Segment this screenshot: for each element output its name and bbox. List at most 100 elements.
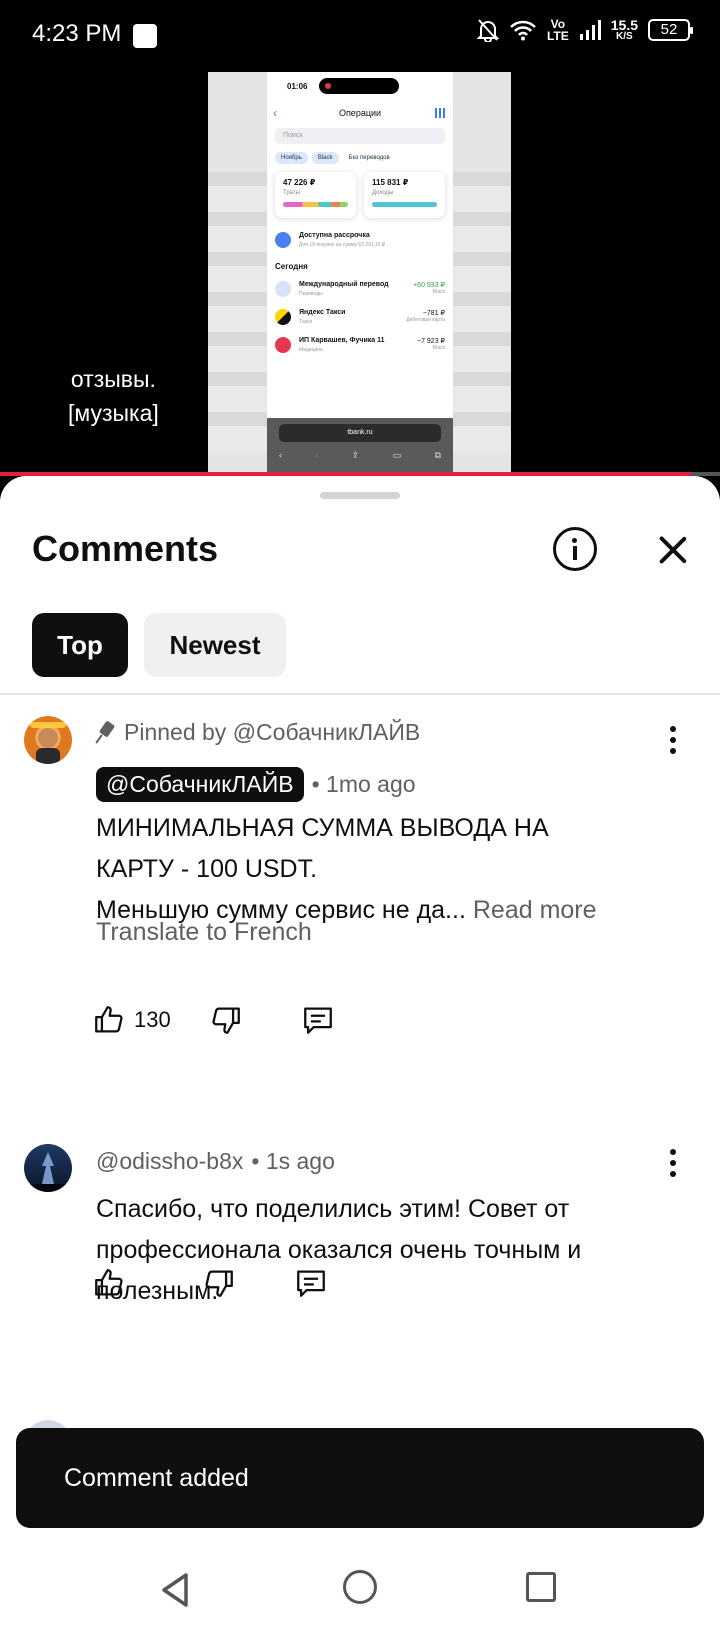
wifi-icon xyxy=(510,20,536,41)
phone-transaction-row: Международный перевод Переводы +60 933 ₽… xyxy=(267,275,453,303)
like-button[interactable] xyxy=(92,1266,126,1300)
reply-icon xyxy=(297,1270,325,1297)
phone-row-account: Black xyxy=(432,289,445,295)
pinned-by-text: Pinned by @СобачникЛАЙВ xyxy=(124,719,421,745)
screen: 4:23 PM Vo LTE 15.5 K/S 52 01:06 ‹ Опера… xyxy=(0,0,720,1640)
comment-text[interactable]: МИНИМАЛЬНАЯ СУММА ВЫВОДА НА КАРТУ - 100 … xyxy=(96,808,676,931)
thumb-up-icon xyxy=(95,1269,123,1296)
divider xyxy=(0,693,720,695)
comment-actions: 130 xyxy=(92,1003,335,1037)
phone-chart-icon xyxy=(435,108,445,118)
translate-link[interactable]: Translate to French xyxy=(96,918,312,947)
avatar[interactable] xyxy=(24,716,72,764)
comment-actions xyxy=(92,1266,328,1300)
phone-section-title: Сегодня xyxy=(275,262,308,271)
phone-dynamic-island xyxy=(319,78,399,94)
reply-button[interactable] xyxy=(294,1266,328,1300)
author-badge[interactable]: @СобачникЛАЙВ xyxy=(96,767,304,802)
phone-header: ‹ Операции xyxy=(267,102,453,124)
phone-row-sub: Такси xyxy=(299,319,313,325)
system-nav-bar xyxy=(0,1542,720,1640)
phone-row-account: Дебетовая карта xyxy=(406,317,445,323)
drag-handle[interactable] xyxy=(320,492,400,499)
phone-search: Поиск xyxy=(275,128,445,144)
phone-chip: Black xyxy=(311,152,339,164)
phone-summary-cards: 47 226 ₽ Траты 115 831 ₽ Доходы xyxy=(275,172,445,218)
phone-installment-icon xyxy=(275,232,291,248)
reply-icon xyxy=(303,1007,332,1034)
phone-browser-bar: tbank.ru ‹ › ⇪ ▭ ⧉ xyxy=(267,418,453,476)
toast: Comment added xyxy=(16,1428,704,1528)
phone-transfer-icon xyxy=(275,281,291,297)
avatar[interactable] xyxy=(24,1144,72,1192)
thumb-down-icon xyxy=(212,1007,240,1034)
phone-spend-bar xyxy=(283,202,348,207)
net-speed-value: 15.5 xyxy=(610,17,638,33)
phone-status-bar: 01:06 xyxy=(267,72,453,102)
phone-chip: Без переводов xyxy=(348,155,390,161)
phone-row-account: Black xyxy=(432,345,445,351)
comment-author-line: @СобачникЛАЙВ • 1mo ago xyxy=(96,767,416,802)
phone-taxi-icon xyxy=(275,309,291,325)
subtitle-line-2: [музыка] xyxy=(68,400,159,426)
phone-transaction-row: Яндекс Такси Такси −781 ₽ Дебетовая карта xyxy=(267,303,453,331)
back-icon[interactable] xyxy=(160,1572,190,1608)
dislike-button[interactable] xyxy=(209,1003,243,1037)
phone-forward-arrow-icon: › xyxy=(315,450,319,460)
phone-spend-card: 47 226 ₽ Траты xyxy=(275,172,356,218)
pinned-label: Pinned by @СобачникЛАЙВ xyxy=(96,719,420,746)
phone-installment-title: Доступна рассрочка xyxy=(299,232,370,239)
phone-filter-chips: Ноябрь Black Без переводов xyxy=(275,152,445,164)
phone-back-icon: ‹ xyxy=(273,106,277,120)
comment-author[interactable]: @odissho-b8x xyxy=(96,1148,243,1175)
tab-top[interactable]: Top xyxy=(32,613,128,677)
phone-time: 01:06 xyxy=(287,82,308,91)
tab-newest[interactable]: Newest xyxy=(144,613,286,677)
phone-row-title: ИП Карвашев, Фучика 11 xyxy=(299,337,385,344)
phone-spend-amount: 47 226 ₽ xyxy=(283,178,316,187)
phone-row-amount: −781 ₽ xyxy=(422,310,445,317)
comment-text-line: Спасибо, что поделились этим! Совет от xyxy=(96,1195,570,1223)
phone-installment-row: Доступна рассрочка Для 19 покупок на сум… xyxy=(267,226,453,254)
comment-author-line: @odissho-b8x • 1s ago xyxy=(96,1148,335,1175)
volte-bottom: LTE xyxy=(546,29,569,43)
phone-spend-label: Траты xyxy=(283,190,300,196)
phone-installment-sub: Для 19 покупок на сумму 63 291,16 ₽ xyxy=(299,242,386,248)
phone-row-amount: −7 923 ₽ xyxy=(416,338,445,345)
like-button[interactable]: 130 xyxy=(92,1003,171,1037)
phone-income-card: 115 831 ₽ Доходы xyxy=(364,172,445,218)
phone-transaction-row: ИП Карвашев, Фучика 11 Медицина −7 923 ₽… xyxy=(267,331,453,359)
reply-button[interactable] xyxy=(301,1003,335,1037)
sheet-title: Comments xyxy=(32,528,219,569)
info-icon[interactable] xyxy=(553,527,597,571)
avatar-image xyxy=(24,1152,72,1192)
home-icon[interactable] xyxy=(343,1570,377,1604)
phone-tabs-icon: ⧉ xyxy=(434,450,441,460)
video-phone-screen: 01:06 ‹ Операции Поиск Ноябрь Black Без … xyxy=(267,72,453,476)
phone-url: tbank.ru xyxy=(279,424,441,442)
video-player[interactable]: 01:06 ‹ Операции Поиск Ноябрь Black Без … xyxy=(0,72,720,476)
phone-back-arrow-icon: ‹ xyxy=(279,450,282,460)
dislike-button[interactable] xyxy=(202,1266,236,1300)
thumb-up-icon xyxy=(95,1006,123,1033)
more-vert-icon[interactable] xyxy=(660,1149,684,1179)
comment-text-line: КАРТУ - 100 USDT. xyxy=(96,855,318,883)
recents-icon[interactable] xyxy=(526,1572,556,1602)
phone-row-amount: +60 933 ₽ xyxy=(413,282,445,289)
phone-income-label: Доходы xyxy=(372,190,394,196)
phone-row-sub: Переводы xyxy=(299,291,323,297)
avatar-image xyxy=(30,722,66,764)
phone-row-title: Международный перевод xyxy=(299,281,389,288)
close-icon[interactable] xyxy=(650,528,694,572)
read-more-link[interactable]: Read more xyxy=(473,896,597,924)
notification-icon xyxy=(133,24,157,48)
pin-icon xyxy=(96,722,116,744)
more-vert-icon[interactable] xyxy=(660,726,684,756)
phone-chip: Ноябрь xyxy=(275,152,308,164)
phone-medicine-icon xyxy=(275,337,291,353)
video-subtitle: отзывы. [музыка] xyxy=(68,362,159,430)
phone-row-title: Яндекс Такси xyxy=(299,309,346,316)
like-count: 130 xyxy=(134,1007,171,1032)
phone-row-sub: Медицина xyxy=(299,347,323,353)
status-icons: Vo LTE 15.5 K/S 52 xyxy=(476,17,693,43)
